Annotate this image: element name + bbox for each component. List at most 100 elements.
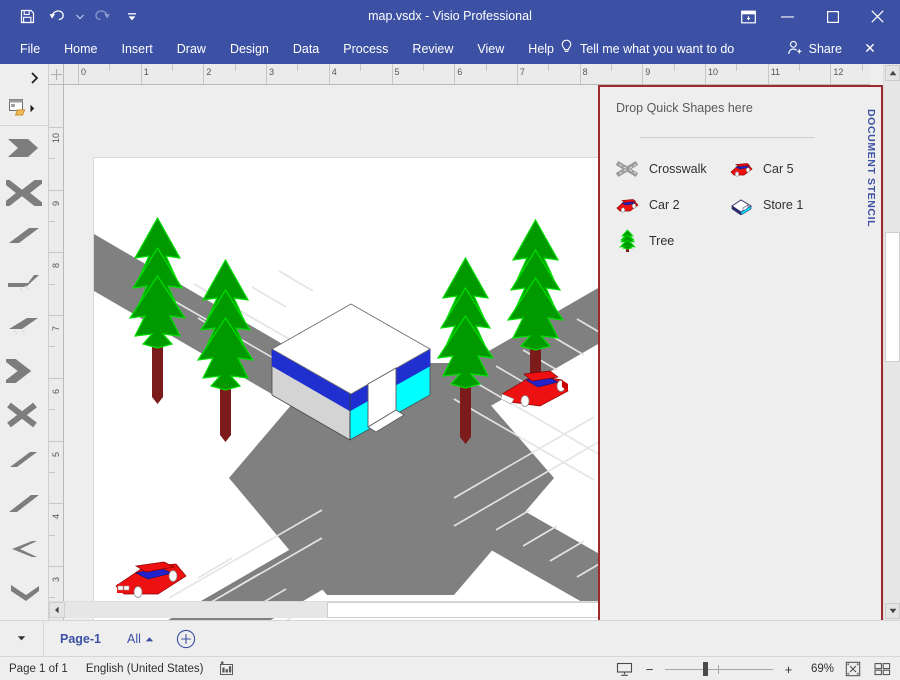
quick-shape-road-chevron[interactable] <box>0 571 48 616</box>
ruler-label: 5 <box>51 451 61 457</box>
share-label: Share <box>808 41 842 56</box>
tab-insert[interactable]: Insert <box>110 33 165 64</box>
undo-dropdown-arrow[interactable] <box>74 4 85 30</box>
quick-shape-road-x-intersection[interactable] <box>0 171 48 216</box>
ruler-tick-minor <box>861 64 863 71</box>
zoom-slider[interactable] <box>665 661 773 677</box>
ruler-tick-major <box>140 64 142 84</box>
ruler-label: 6 <box>457 67 463 77</box>
quick-access-toolbar <box>14 0 145 33</box>
stencil-item-tree[interactable]: Tree <box>610 223 724 259</box>
quick-shape-road-bend-right[interactable] <box>0 349 48 394</box>
ruler-tick-minor <box>548 64 550 71</box>
ruler-tick-minor <box>673 64 675 71</box>
ruler-label: 2 <box>206 67 212 77</box>
stencil-item-label: Crosswalk <box>649 162 707 176</box>
ruler-tick-major <box>266 64 268 84</box>
ruler-tick-minor <box>109 64 111 71</box>
fit-window-icon[interactable] <box>872 659 892 679</box>
ribbon-display-options-icon[interactable] <box>731 0 765 33</box>
language-label[interactable]: English (United States) <box>86 663 204 675</box>
ruler-corner[interactable] <box>49 64 64 85</box>
document-stencil-pane[interactable]: Drop Quick Shapes here Crosswalk Car 5 C… <box>598 85 883 640</box>
ruler-tick-major <box>830 64 832 84</box>
quick-shape-road-merge[interactable] <box>0 304 48 349</box>
ruler-tick-major <box>49 127 63 128</box>
tab-home[interactable]: Home <box>52 33 109 64</box>
ruler-tick-major <box>767 64 769 84</box>
ruler-tick-minor <box>610 64 612 71</box>
tab-view[interactable]: View <box>465 33 516 64</box>
ruler-tick-major <box>49 252 63 254</box>
tab-data[interactable]: Data <box>281 33 331 64</box>
vertical-ruler[interactable]: 10 9 8 7 6 5 4 3 <box>49 85 64 656</box>
tree-1[interactable] <box>128 216 187 404</box>
quick-shape-road-arrow-left[interactable] <box>0 527 48 572</box>
macro-recorder-icon[interactable] <box>217 660 235 678</box>
ruler-tick-minor <box>49 471 55 473</box>
page-tab-page-1[interactable]: Page-1 <box>44 621 117 656</box>
fit-page-icon[interactable] <box>843 659 863 679</box>
ruler-tick-minor <box>49 283 55 285</box>
customize-quick-access-toolbar-button[interactable] <box>119 4 145 30</box>
horizontal-scroll-thumb[interactable] <box>327 601 599 618</box>
ruler-tick-major <box>579 64 581 84</box>
stencil-item-crosswalk[interactable]: Crosswalk <box>610 151 724 187</box>
expand-shapes-pane-button[interactable] <box>0 64 48 92</box>
quick-shape-road-diagonal-2[interactable] <box>0 482 48 527</box>
ruler-tick-minor <box>172 64 174 71</box>
tell-me-search[interactable]: Tell me what you want to do <box>560 33 734 64</box>
tab-help[interactable]: Help <box>516 33 566 64</box>
tab-file[interactable]: File <box>8 33 52 64</box>
zoom-slider-thumb[interactable] <box>703 662 708 676</box>
zoom-level-label[interactable]: 69% <box>804 663 834 675</box>
vertical-scrollbar[interactable] <box>883 64 900 620</box>
horizontal-scroll-track[interactable] <box>65 601 600 618</box>
stencil-item-store-1[interactable]: Store 1 <box>724 187 838 223</box>
ruler-tick-minor <box>49 221 55 223</box>
close-ribbon-button[interactable]: ✕ <box>856 33 884 64</box>
ruler-label: 11 <box>770 67 781 77</box>
presentation-mode-icon[interactable] <box>614 659 634 679</box>
quick-shape-road-straight[interactable] <box>0 215 48 260</box>
tab-process[interactable]: Process <box>331 33 400 64</box>
quick-shape-road-diagonal[interactable] <box>0 438 48 483</box>
maximize-button[interactable] <box>810 0 855 33</box>
tree-2[interactable] <box>196 258 255 442</box>
vertical-scroll-thumb[interactable] <box>885 232 900 362</box>
ribbon-tab-bar: File Home Insert Draw Design Data Proces… <box>0 33 900 64</box>
share-button[interactable]: Share <box>787 33 842 64</box>
zoom-in-button[interactable]: + <box>782 662 795 677</box>
scroll-left-button[interactable] <box>49 601 65 618</box>
ruler-tick-major <box>516 64 518 84</box>
quick-shape-road-split[interactable] <box>0 260 48 305</box>
tab-draw[interactable]: Draw <box>165 33 218 64</box>
undo-button[interactable] <box>44 4 70 30</box>
all-pages-button[interactable]: All <box>117 621 160 656</box>
scroll-down-button[interactable] <box>885 603 900 619</box>
shapes-stencil-header[interactable] <box>0 92 48 126</box>
scroll-up-button[interactable] <box>885 65 900 81</box>
insert-page-button[interactable] <box>174 627 198 651</box>
ruler-tick-major <box>454 64 456 84</box>
window-controls <box>731 0 900 33</box>
ribbon-tabs: File Home Insert Draw Design Data Proces… <box>8 33 566 64</box>
save-button[interactable] <box>14 4 40 30</box>
stencil-item-label: Car 2 <box>649 198 680 212</box>
stencil-item-car-5[interactable]: Car 5 <box>724 151 838 187</box>
tab-review[interactable]: Review <box>400 33 465 64</box>
zoom-out-button[interactable]: − <box>643 662 656 677</box>
horizontal-scrollbar[interactable] <box>49 601 600 618</box>
minimize-button[interactable] <box>765 0 810 33</box>
ruler-tick-minor <box>49 409 55 411</box>
horizontal-ruler[interactable]: 0 1 2 3 4 5 6 7 8 9 10 11 12 <box>64 64 870 85</box>
quick-shape-road-arrow-right[interactable] <box>0 126 48 171</box>
tab-design[interactable]: Design <box>218 33 281 64</box>
ruler-tick-major <box>328 64 330 84</box>
quick-shape-road-x-intersection-2[interactable] <box>0 393 48 438</box>
ruler-tick-minor <box>736 64 738 71</box>
page-nav-arrow-button[interactable] <box>0 621 44 656</box>
close-button[interactable] <box>855 0 900 33</box>
stencil-item-car-2[interactable]: Car 2 <box>610 187 724 223</box>
car-2[interactable] <box>115 561 187 598</box>
